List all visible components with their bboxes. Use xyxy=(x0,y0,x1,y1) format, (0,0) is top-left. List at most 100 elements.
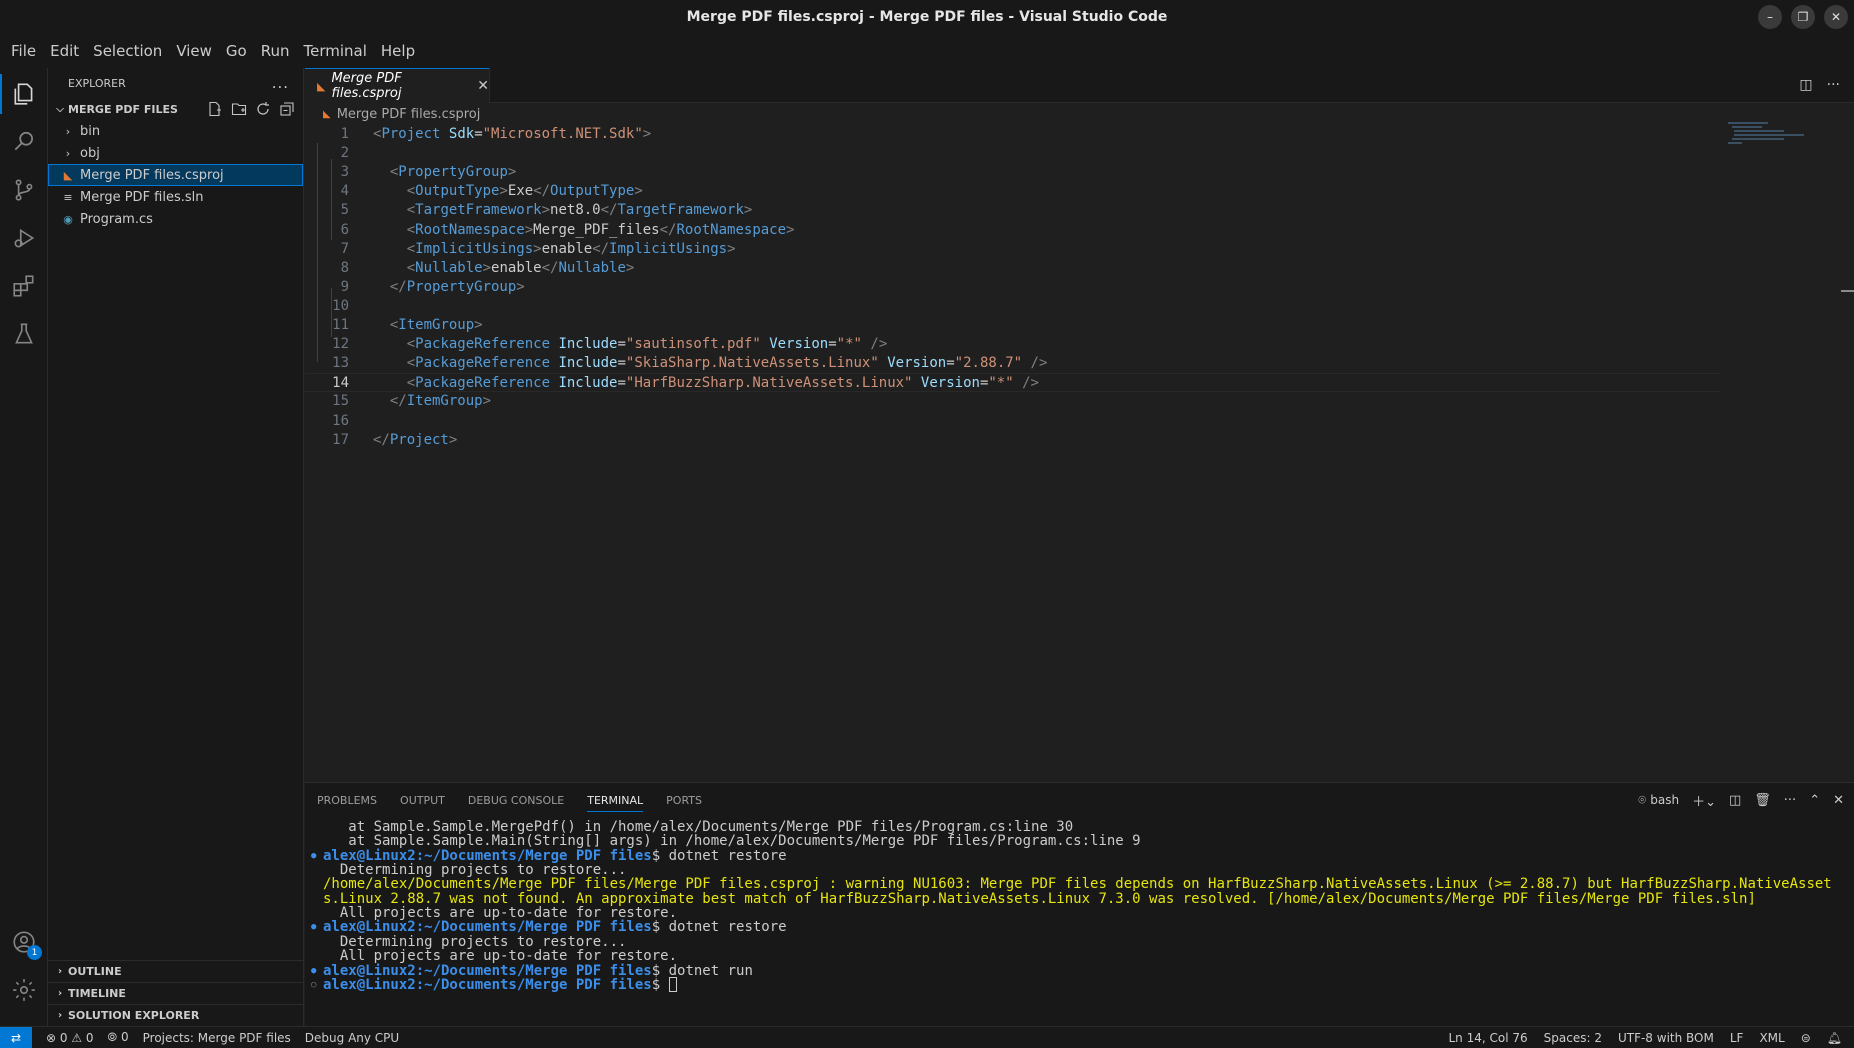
code-line: 12 <PackageReference Include="sautinsoft… xyxy=(305,335,1720,354)
language-mode[interactable]: XML xyxy=(1759,1031,1784,1045)
tree-item-obj[interactable]: › obj xyxy=(48,142,303,164)
section-outline[interactable]: › OUTLINE xyxy=(48,960,303,982)
menu-run[interactable]: Run xyxy=(254,34,297,68)
settings-gear-icon[interactable] xyxy=(0,966,48,1014)
panel-tabs: PROBLEMS OUTPUT DEBUG CONSOLE TERMINAL PORTS xyxy=(305,783,1854,818)
collapse-all-icon[interactable] xyxy=(279,101,295,117)
code-line: 7 <ImplicitUsings>enable</ImplicitUsings… xyxy=(305,240,1720,259)
section-timeline[interactable]: › TIMELINE xyxy=(48,982,303,1004)
terminal-shell-selector[interactable]: ⌾ bash xyxy=(1638,793,1679,808)
tree-item-merge-pdf-files-sln[interactable]: ≡ Merge PDF files.sln xyxy=(48,186,303,208)
rss-xml-file-icon: ◣ xyxy=(317,79,326,93)
new-folder-icon[interactable] xyxy=(231,101,247,117)
line-source: <PackageReference Include="SkiaSharp.Nat… xyxy=(406,355,1048,372)
explorer-more-button[interactable]: ... xyxy=(272,74,289,92)
xml-file-icon: ◣ xyxy=(63,168,73,182)
restore-button[interactable]: ❐ xyxy=(1791,5,1815,29)
line-number: 16 xyxy=(332,412,349,429)
encoding[interactable]: UTF-8 with BOM xyxy=(1618,1031,1714,1045)
explorer-icon[interactable] xyxy=(0,70,48,118)
breadcrumb-file[interactable]: Merge PDF files.csproj xyxy=(337,107,481,122)
panel-more-icon[interactable]: ··· xyxy=(1784,793,1796,808)
panel-tab-ports[interactable]: PORTS xyxy=(666,783,702,818)
menu-view[interactable]: View xyxy=(169,34,219,68)
new-file-icon[interactable] xyxy=(207,101,223,117)
terminal-icon: ⌾ xyxy=(1638,793,1647,808)
line-source: <ItemGroup> xyxy=(389,317,483,333)
line-number: 7 xyxy=(340,240,349,257)
close-panel-icon[interactable]: ✕ xyxy=(1833,793,1844,808)
terminal-command: $ xyxy=(651,976,669,993)
explorer-actions xyxy=(207,101,295,117)
accounts-icon[interactable]: 1 xyxy=(0,918,48,966)
shell-name: bash xyxy=(1650,793,1680,807)
run-debug-icon[interactable] xyxy=(0,214,48,262)
panel-tab-problems[interactable]: PROBLEMS xyxy=(317,783,377,818)
line-number: 2 xyxy=(340,145,349,162)
code-line: 17 </Project> xyxy=(305,431,1720,450)
workspace-folder-header[interactable]: ⌵ MERGE PDF FILES xyxy=(48,98,303,120)
panel-tab-debug-console[interactable]: DEBUG CONSOLE xyxy=(468,783,564,818)
extensions-icon[interactable] xyxy=(0,262,48,310)
minimap[interactable] xyxy=(1728,122,1810,158)
tab-merge-pdf-files-csproj[interactable]: ◣ Merge PDF files.csproj ✕ xyxy=(305,68,490,103)
command-success-dot-icon[interactable]: ● xyxy=(311,919,316,936)
code-line: 3 <PropertyGroup> xyxy=(305,163,1720,182)
tree-item-bin[interactable]: › bin xyxy=(48,120,303,142)
menu-terminal[interactable]: Terminal xyxy=(297,34,374,68)
line-number: 12 xyxy=(332,336,349,353)
menu-go[interactable]: Go xyxy=(219,34,254,68)
line-source: <Project Sdk="Microsoft.NET.Sdk"> xyxy=(373,126,652,142)
ports-status[interactable]: ⦾ 0 xyxy=(108,1030,129,1045)
cursor-position[interactable]: Ln 14, Col 76 xyxy=(1448,1031,1527,1045)
search-icon[interactable] xyxy=(0,118,48,166)
code-line: 9 </PropertyGroup> xyxy=(305,278,1720,297)
line-source: <PackageReference Include="HarfBuzzSharp… xyxy=(406,375,1039,392)
command-pending-dot-icon[interactable]: ○ xyxy=(311,977,316,994)
status-bar: ⇄ ⊗ 0 ⚠ 0 ⦾ 0 Projects: Merge PDF files … xyxy=(0,1026,1854,1048)
menu-selection[interactable]: Selection xyxy=(86,34,169,68)
code-line: 11 <ItemGroup> xyxy=(305,316,1720,335)
kill-terminal-trash-icon[interactable]: 🗑 xyxy=(1754,793,1771,808)
chevron-right-icon: › xyxy=(65,124,71,138)
tree-item-label: Merge PDF files.sln xyxy=(80,189,204,205)
editor-more-icon[interactable]: ··· xyxy=(1827,77,1840,93)
line-ending[interactable]: LF xyxy=(1730,1031,1744,1045)
minimize-button[interactable]: – xyxy=(1758,5,1782,29)
notifications-bell-icon[interactable]: 🔔︎ xyxy=(1827,1031,1842,1045)
split-editor-icon[interactable]: ◫ xyxy=(1799,77,1812,93)
close-tab-icon[interactable]: ✕ xyxy=(477,78,489,94)
file-tree: › bin › obj ◣ Merge PDF files.csproj ≡ Merge PD… xyxy=(48,120,303,230)
close-window-button[interactable]: ✕ xyxy=(1824,5,1848,29)
new-terminal-icon[interactable]: ＋⌄ xyxy=(1692,791,1716,810)
maximize-panel-chevron-up-icon[interactable]: ⌃ xyxy=(1809,793,1820,808)
refresh-icon[interactable] xyxy=(255,101,271,117)
panel-tab-terminal[interactable]: TERMINAL xyxy=(587,783,643,818)
code-line: 13 <PackageReference Include="SkiaSharp.… xyxy=(305,354,1720,373)
build-config-status[interactable]: Debug Any CPU xyxy=(305,1031,399,1045)
section-solution-explorer[interactable]: › SOLUTION EXPLORER xyxy=(48,1004,303,1026)
problems-status[interactable]: ⊗ 0 ⚠ 0 xyxy=(46,1031,94,1045)
menu-edit[interactable]: Edit xyxy=(43,34,86,68)
chevron-right-icon: › xyxy=(57,966,63,977)
copilot-icon[interactable]: ⊜ xyxy=(1801,1031,1811,1045)
tree-item-merge-pdf-files-csproj[interactable]: ◣ Merge PDF files.csproj xyxy=(48,164,303,186)
menu-file[interactable]: File xyxy=(4,34,43,68)
command-success-dot-icon[interactable]: ● xyxy=(311,848,316,865)
testing-icon[interactable] xyxy=(0,310,48,358)
line-source: <TargetFramework>net8.0</TargetFramework… xyxy=(406,202,753,219)
code-line: 16 xyxy=(305,412,1720,431)
split-terminal-icon[interactable]: ◫ xyxy=(1729,793,1741,808)
tree-item-program-cs[interactable]: ◉ Program.cs xyxy=(48,208,303,230)
line-source: </ItemGroup> xyxy=(389,393,492,410)
line-number: 10 xyxy=(332,297,349,314)
menu-help[interactable]: Help xyxy=(374,34,422,68)
code-editor[interactable]: 1 <Project Sdk="Microsoft.NET.Sdk"> 2 3 <Pr… xyxy=(305,123,1854,781)
code-line: 6 <RootNamespace>Merge_PDF_files</RootNa… xyxy=(305,221,1720,240)
project-status[interactable]: Projects: Merge PDF files xyxy=(143,1031,291,1045)
bottom-panel: PROBLEMS OUTPUT DEBUG CONSOLE TERMINAL PORTS… xyxy=(305,782,1854,1026)
remote-indicator-icon[interactable]: ⇄ xyxy=(0,1026,32,1048)
panel-tab-output[interactable]: OUTPUT xyxy=(400,783,445,818)
source-control-icon[interactable] xyxy=(0,166,48,214)
indentation[interactable]: Spaces: 2 xyxy=(1544,1031,1602,1045)
